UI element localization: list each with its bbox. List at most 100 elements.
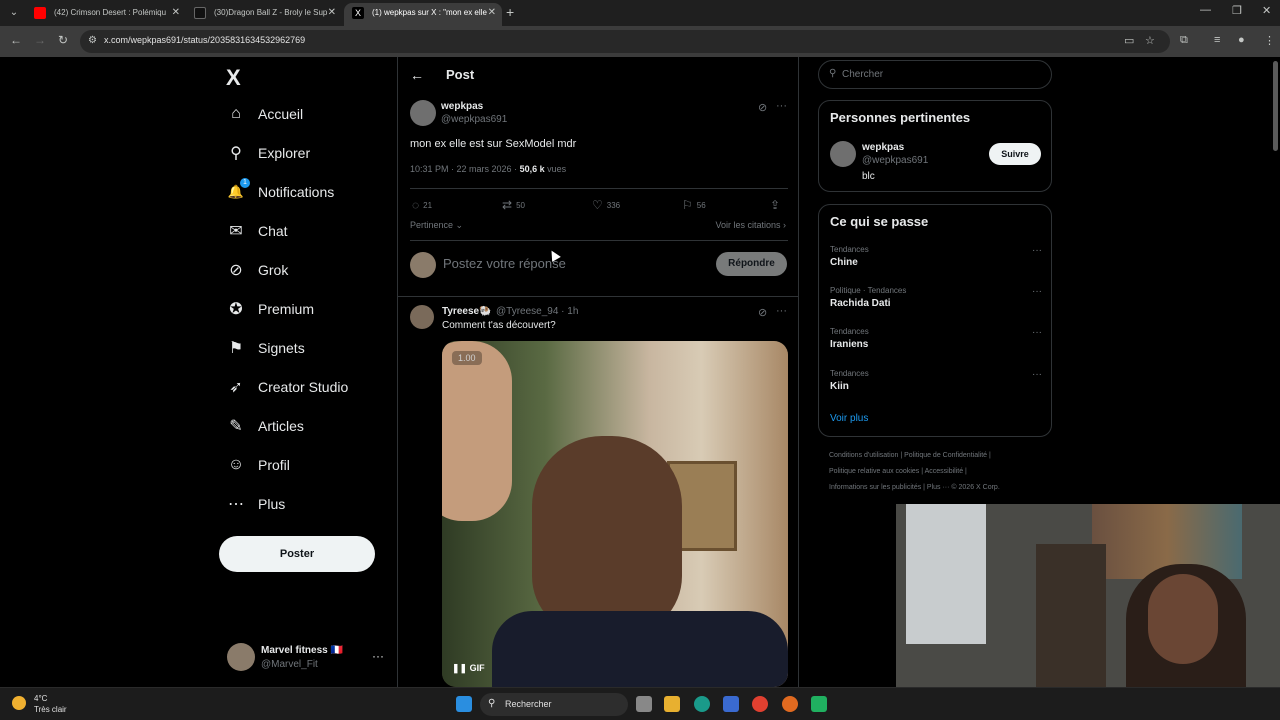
edge-icon[interactable] — [694, 696, 710, 712]
trend-item[interactable]: Politique · Tendances Rachida Dati ··· — [830, 286, 1042, 320]
url-field[interactable]: ⚙ x.com/wepkpas691/status/20358316345329… — [80, 30, 1170, 53]
tab-search-icon[interactable]: ⌄ — [6, 5, 22, 21]
author-name[interactable]: wepkpas — [441, 101, 483, 112]
heart-icon: ♡ — [592, 198, 603, 212]
article-icon: ✎ — [229, 418, 243, 435]
like-action[interactable]: ♡ 336 — [592, 198, 620, 212]
browser-tab-1[interactable]: (42) Crimson Desert : Polémiqu ✕ — [26, 3, 186, 26]
sidebar-item-notifications[interactable]: 🔔 1 Notifications — [226, 177, 334, 207]
footer-links[interactable]: Politique relative aux cookies | Accessi… — [829, 468, 967, 475]
profile-icon[interactable]: ● — [1238, 34, 1245, 46]
sidebar-item-articles[interactable]: ✎ Articles — [226, 411, 304, 441]
search-icon: ⚲ — [829, 68, 837, 79]
sidebar-item-profile[interactable]: ☺ Profil — [226, 450, 290, 480]
avatar — [410, 252, 436, 278]
relevant-people-card: Personnes pertinentes wepkpas @wepkpas69… — [818, 100, 1052, 192]
forward-icon[interactable]: → — [34, 33, 46, 47]
reply-input[interactable]: Postez votre réponse — [443, 256, 566, 271]
grok-icon[interactable]: ⊘ — [758, 306, 767, 319]
reply-button[interactable]: Répondre — [716, 252, 787, 276]
sidebar-item-home[interactable]: ⌂ Accueil — [226, 99, 303, 129]
account-switcher[interactable]: Marvel fitness 🇫🇷 @Marvel_Fit ··· — [227, 643, 387, 673]
bookmark-action[interactable]: ⚐ 56 — [682, 198, 706, 212]
reply-author-handle[interactable]: @Tyreese_94 · 1h — [496, 306, 578, 317]
trend-item[interactable]: Tendances Kiin ··· — [830, 369, 1042, 403]
sidebar-item-grok[interactable]: ⊘ Grok — [226, 255, 288, 285]
close-tab-icon[interactable]: ✕ — [172, 3, 180, 23]
author-avatar[interactable] — [410, 100, 436, 126]
more-icon[interactable]: ··· — [1032, 369, 1042, 380]
media-icon[interactable]: ≡ — [1214, 34, 1220, 46]
more-icon[interactable]: ··· — [1032, 327, 1042, 338]
x-logo-icon[interactable]: X — [226, 65, 241, 91]
premium-badge-icon: ✪ — [229, 301, 243, 318]
search-icon: ⚲ — [230, 145, 242, 162]
sidebar-item-premium[interactable]: ✪ Premium — [226, 294, 314, 324]
view-quotes-link[interactable]: Voir les citations › — [715, 220, 786, 230]
taskbar-search[interactable]: ⚲ Rechercher — [480, 693, 628, 716]
post-button[interactable]: Poster — [219, 536, 375, 572]
close-window-icon[interactable]: ✕ — [1262, 4, 1271, 17]
app-icon[interactable] — [811, 696, 827, 712]
divider — [398, 296, 798, 297]
follow-button[interactable]: Suivre — [989, 143, 1041, 165]
trend-item[interactable]: Tendances Chine ··· — [830, 245, 1042, 279]
more-icon[interactable]: ··· — [1032, 286, 1042, 297]
rocket-icon: ➶ — [229, 379, 243, 396]
repost-action[interactable]: ⇄ 50 — [502, 198, 525, 212]
cast-icon[interactable]: ▭ — [1124, 34, 1134, 47]
task-view-icon[interactable] — [636, 696, 652, 712]
footer-links[interactable]: Conditions d'utilisation | Politique de … — [829, 452, 991, 459]
chrome-icon[interactable] — [752, 696, 768, 712]
search-input[interactable]: ⚲ Chercher — [818, 60, 1052, 89]
extensions-icon[interactable]: ⧉ — [1180, 34, 1188, 47]
more-icon[interactable]: ··· — [372, 649, 384, 663]
post-text: mon ex elle est sur SexModel mdr — [410, 138, 577, 150]
browser-tab-3[interactable]: X (1) wepkpas sur X : "mon ex elle ✕ — [344, 3, 502, 26]
share-icon: ⇪ — [770, 198, 781, 212]
menu-icon[interactable]: ⋮ — [1264, 34, 1275, 47]
sort-dropdown[interactable]: Pertinence ⌄ — [410, 220, 463, 231]
youtube-icon — [34, 7, 46, 19]
reply-action[interactable]: ◌ 21 — [412, 198, 432, 212]
more-icon[interactable]: ··· — [776, 305, 787, 317]
show-more-link[interactable]: Voir plus — [830, 413, 868, 424]
reply-author-name[interactable]: Tyreese🐏 — [442, 306, 492, 317]
new-tab-icon[interactable]: + — [506, 4, 514, 20]
gif-badge[interactable]: ❚❚ GIF — [452, 663, 485, 674]
more-circle-icon: ⋯ — [228, 496, 244, 513]
maximize-icon[interactable]: ❐ — [1232, 4, 1242, 17]
grok-icon[interactable]: ⊘ — [758, 101, 767, 114]
close-tab-icon[interactable]: ✕ — [488, 3, 496, 23]
reload-icon[interactable]: ↻ — [58, 33, 68, 47]
author-handle[interactable]: @wepkpas691 — [441, 114, 507, 125]
sidebar-item-explore[interactable]: ⚲ Explorer — [226, 138, 310, 168]
firefox-icon[interactable] — [782, 696, 798, 712]
more-icon[interactable]: ··· — [1032, 245, 1042, 256]
minimize-icon[interactable]: — — [1200, 4, 1211, 16]
bookmark-star-icon[interactable]: ☆ — [1145, 34, 1155, 47]
x-logo-icon: X — [352, 7, 364, 19]
sidebar-item-more[interactable]: ⋯ Plus — [226, 489, 285, 519]
site-info-icon[interactable]: ⚙ — [88, 35, 97, 46]
browser-tab-strip: ⌄ (42) Crimson Desert : Polémiqu ✕ (30)D… — [0, 0, 1280, 26]
close-tab-icon[interactable]: ✕ — [328, 3, 336, 23]
store-icon[interactable] — [723, 696, 739, 712]
sidebar-item-creator-studio[interactable]: ➶ Creator Studio — [226, 372, 348, 402]
back-arrow-icon[interactable]: ← — [410, 67, 424, 83]
scrollbar-thumb[interactable] — [1273, 61, 1278, 151]
file-explorer-icon[interactable] — [664, 696, 680, 712]
footer-links[interactable]: Informations sur les publicités | Plus ·… — [829, 484, 1000, 491]
back-icon[interactable]: ← — [10, 33, 22, 47]
card-title: Ce qui se passe — [830, 214, 929, 229]
sidebar-item-bookmarks[interactable]: ⚑ Signets — [226, 333, 305, 363]
more-icon[interactable]: ··· — [776, 100, 787, 112]
share-action[interactable]: ⇪ — [770, 198, 784, 212]
reply-author-avatar[interactable] — [410, 305, 434, 329]
sidebar-item-chat[interactable]: ✉ Chat — [226, 216, 287, 246]
reply-gif-media[interactable]: 1.00 ❚❚ GIF — [442, 341, 788, 687]
browser-tab-2[interactable]: (30)Dragon Ball Z - Broly le Sup ✕ — [186, 3, 342, 26]
avatar[interactable] — [830, 141, 856, 167]
trend-item[interactable]: Tendances Iraniens ··· — [830, 327, 1042, 361]
windows-start-icon[interactable] — [456, 696, 472, 712]
